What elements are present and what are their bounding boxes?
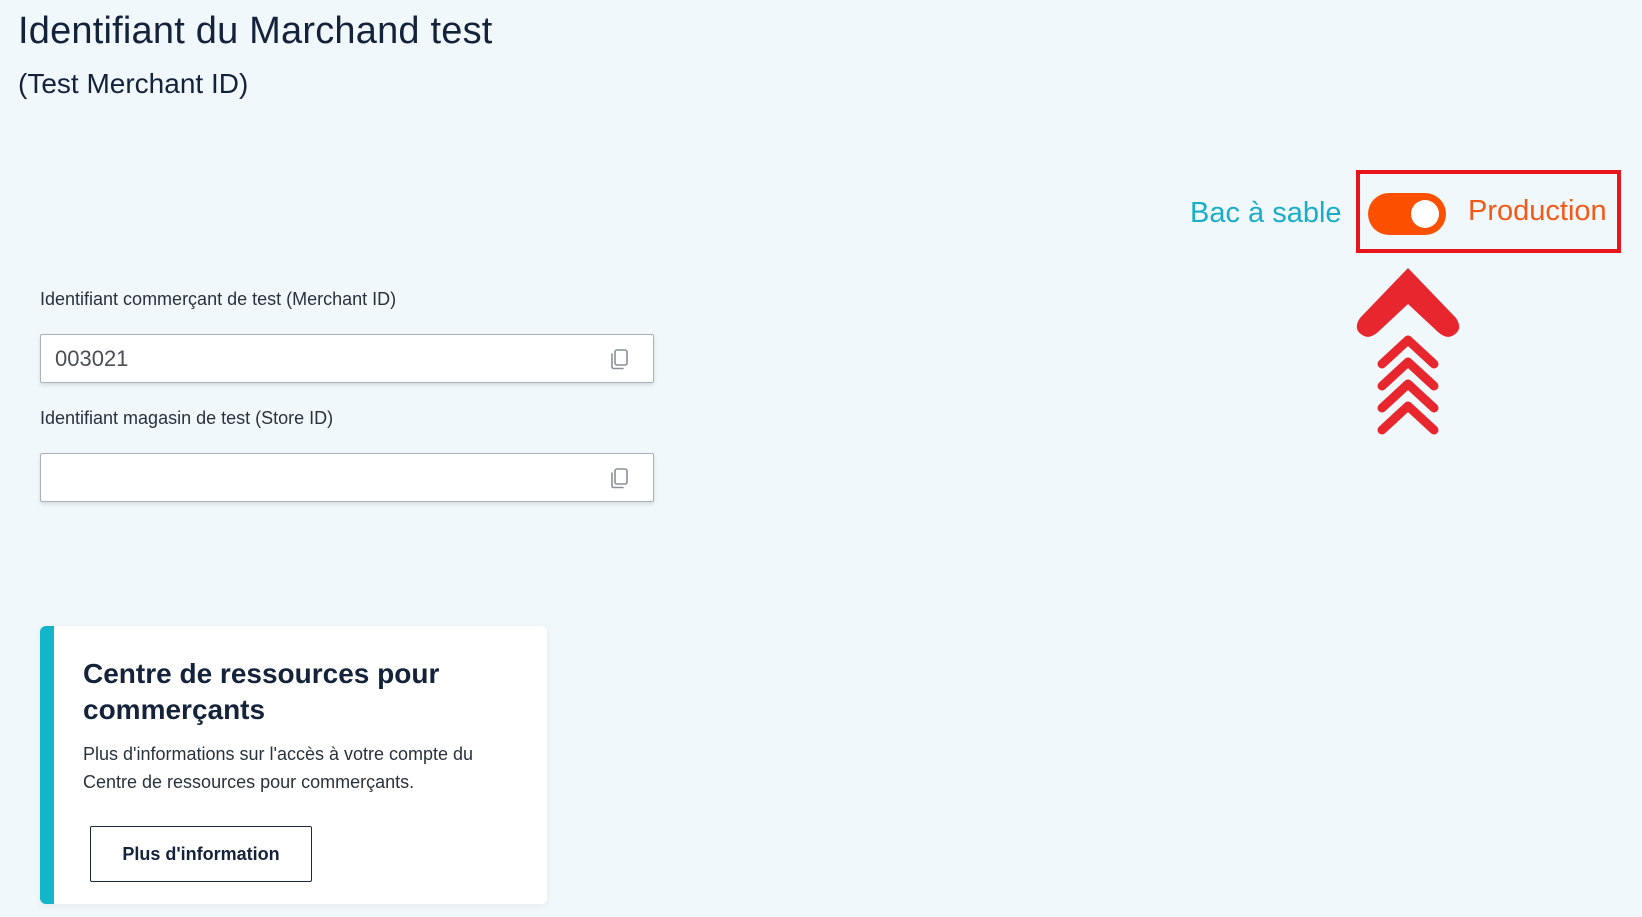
more-info-button[interactable]: Plus d'information <box>90 826 312 882</box>
card-accent-bar <box>40 626 54 904</box>
copy-icon[interactable] <box>607 466 631 490</box>
merchant-id-page: Identifiant du Marchand test (Test Merch… <box>0 0 1642 917</box>
up-arrow-icon <box>1356 268 1460 435</box>
merchant-id-label: Identifiant commerçant de test (Merchant… <box>40 289 397 309</box>
page-subtitle: (Test Merchant ID) <box>18 68 249 99</box>
store-id-field[interactable] <box>40 453 654 502</box>
store-id-label: Identifiant magasin de test (Store ID) <box>40 408 334 428</box>
merchant-id-field[interactable]: 003021 <box>40 334 654 383</box>
card-description: Plus d'informations sur l'accès à votre … <box>83 744 474 792</box>
card-title: Centre de ressources pour commerçants <box>83 658 440 725</box>
environment-switch: Bac à sable <box>1190 170 1364 256</box>
toggle-knob <box>1411 200 1439 228</box>
copy-icon[interactable] <box>607 347 631 371</box>
resource-center-card: Centre de ressources pour commerçants Pl… <box>40 626 547 904</box>
page-title: Identifiant du Marchand test <box>18 10 493 52</box>
sandbox-label[interactable]: Bac à sable <box>1190 197 1342 230</box>
production-label[interactable]: Production <box>1468 195 1607 228</box>
merchant-id-value[interactable]: 003021 <box>55 346 128 372</box>
environment-toggle[interactable] <box>1368 193 1446 235</box>
